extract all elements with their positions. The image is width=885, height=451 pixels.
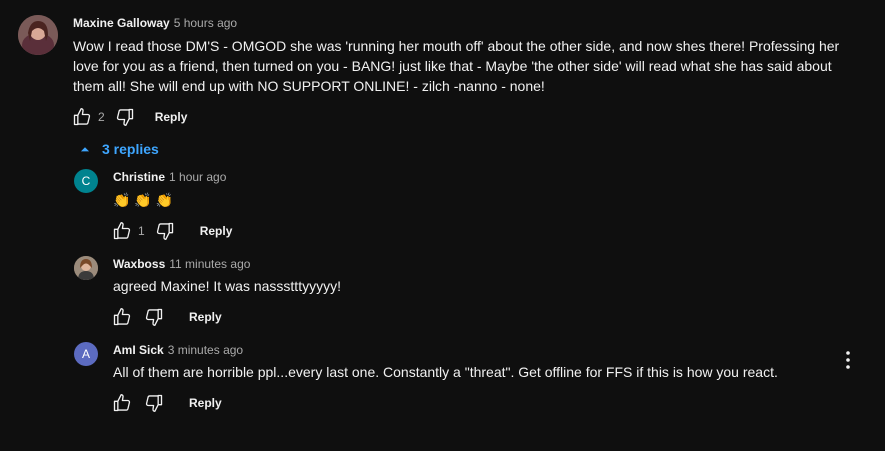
avatar-letter: A: [81, 347, 90, 361]
comment-time[interactable]: 11 minutes ago: [169, 257, 250, 271]
profile-photo-icon: [18, 15, 58, 55]
like-button[interactable]: [110, 391, 134, 415]
reply-header: Christine 1 hour ago: [113, 169, 226, 185]
thumbs-down-icon: [116, 108, 133, 127]
reply-button[interactable]: Reply: [200, 224, 233, 238]
thumbs-up-icon: [113, 394, 131, 412]
reply-header: Waxboss 11 minutes ago: [113, 256, 250, 272]
like-button[interactable]: [110, 219, 134, 243]
comment-time[interactable]: 3 minutes ago: [168, 343, 243, 357]
thumbs-down-icon: [145, 394, 163, 412]
author-name[interactable]: AmI Sick: [113, 343, 164, 357]
comment-text: Wow I read those DM'S - OMGOD she was 'r…: [73, 36, 873, 96]
comment-header: Maxine Galloway 5 hours ago: [73, 15, 237, 31]
comment-text-line: Wow I read those DM'S - OMGOD she was 'r…: [73, 38, 840, 54]
action-menu-button[interactable]: [836, 348, 860, 372]
reply-button[interactable]: Reply: [155, 110, 188, 124]
more-vert-icon: [846, 351, 850, 369]
avatar-letter: C: [81, 174, 91, 188]
comments-section: Maxine Galloway 5 hours ago Wow I read th…: [0, 0, 885, 451]
author-name[interactable]: Waxboss: [113, 257, 165, 271]
caret-up-icon: [80, 147, 90, 152]
reply-actions: Reply: [110, 305, 222, 329]
avatar-christine[interactable]: C: [74, 169, 98, 193]
reply-text: agreed Maxine! It was nassstttyyyyy!: [113, 278, 341, 294]
thumbs-up-icon: [113, 308, 131, 326]
like-count: 1: [138, 224, 145, 238]
replies-toggle[interactable]: 3 replies: [78, 141, 159, 157]
avatar-ami-sick[interactable]: A: [74, 342, 98, 366]
avatar-waxboss[interactable]: [74, 256, 98, 280]
reply-text: 👏 👏 👏: [113, 192, 174, 208]
comment-time[interactable]: 5 hours ago: [174, 16, 237, 30]
author-name[interactable]: Christine: [113, 170, 165, 184]
comment-text-line: them all! She will end up with NO SUPPOR…: [73, 78, 545, 94]
comment-text-line: love for you as a friend, then turned on…: [73, 58, 832, 74]
thumbs-up-icon: [113, 222, 131, 240]
dislike-button[interactable]: [113, 105, 137, 129]
reply-actions: 1 Reply: [110, 219, 232, 243]
reply-header: AmI Sick 3 minutes ago: [113, 342, 243, 358]
thumbs-down-icon: [145, 308, 163, 326]
dislike-button[interactable]: [142, 391, 166, 415]
reply-actions: Reply: [110, 391, 222, 415]
avatar-maxine[interactable]: [18, 15, 58, 55]
like-button[interactable]: [70, 105, 94, 129]
dislike-button[interactable]: [142, 305, 166, 329]
like-count: 2: [98, 110, 105, 124]
replies-toggle-label: 3 replies: [102, 141, 159, 157]
thumbs-up-icon: [73, 108, 91, 126]
thumbs-down-icon: [156, 222, 173, 240]
profile-photo-icon: [74, 256, 98, 280]
comment-actions: 2 Reply: [70, 105, 187, 129]
author-name[interactable]: Maxine Galloway: [73, 16, 170, 30]
dislike-button[interactable]: [153, 219, 177, 243]
comment-time[interactable]: 1 hour ago: [169, 170, 226, 184]
reply-button[interactable]: Reply: [189, 310, 222, 324]
reply-button[interactable]: Reply: [189, 396, 222, 410]
reply-text: All of them are horrible ppl...every las…: [113, 364, 778, 380]
like-button[interactable]: [110, 305, 134, 329]
